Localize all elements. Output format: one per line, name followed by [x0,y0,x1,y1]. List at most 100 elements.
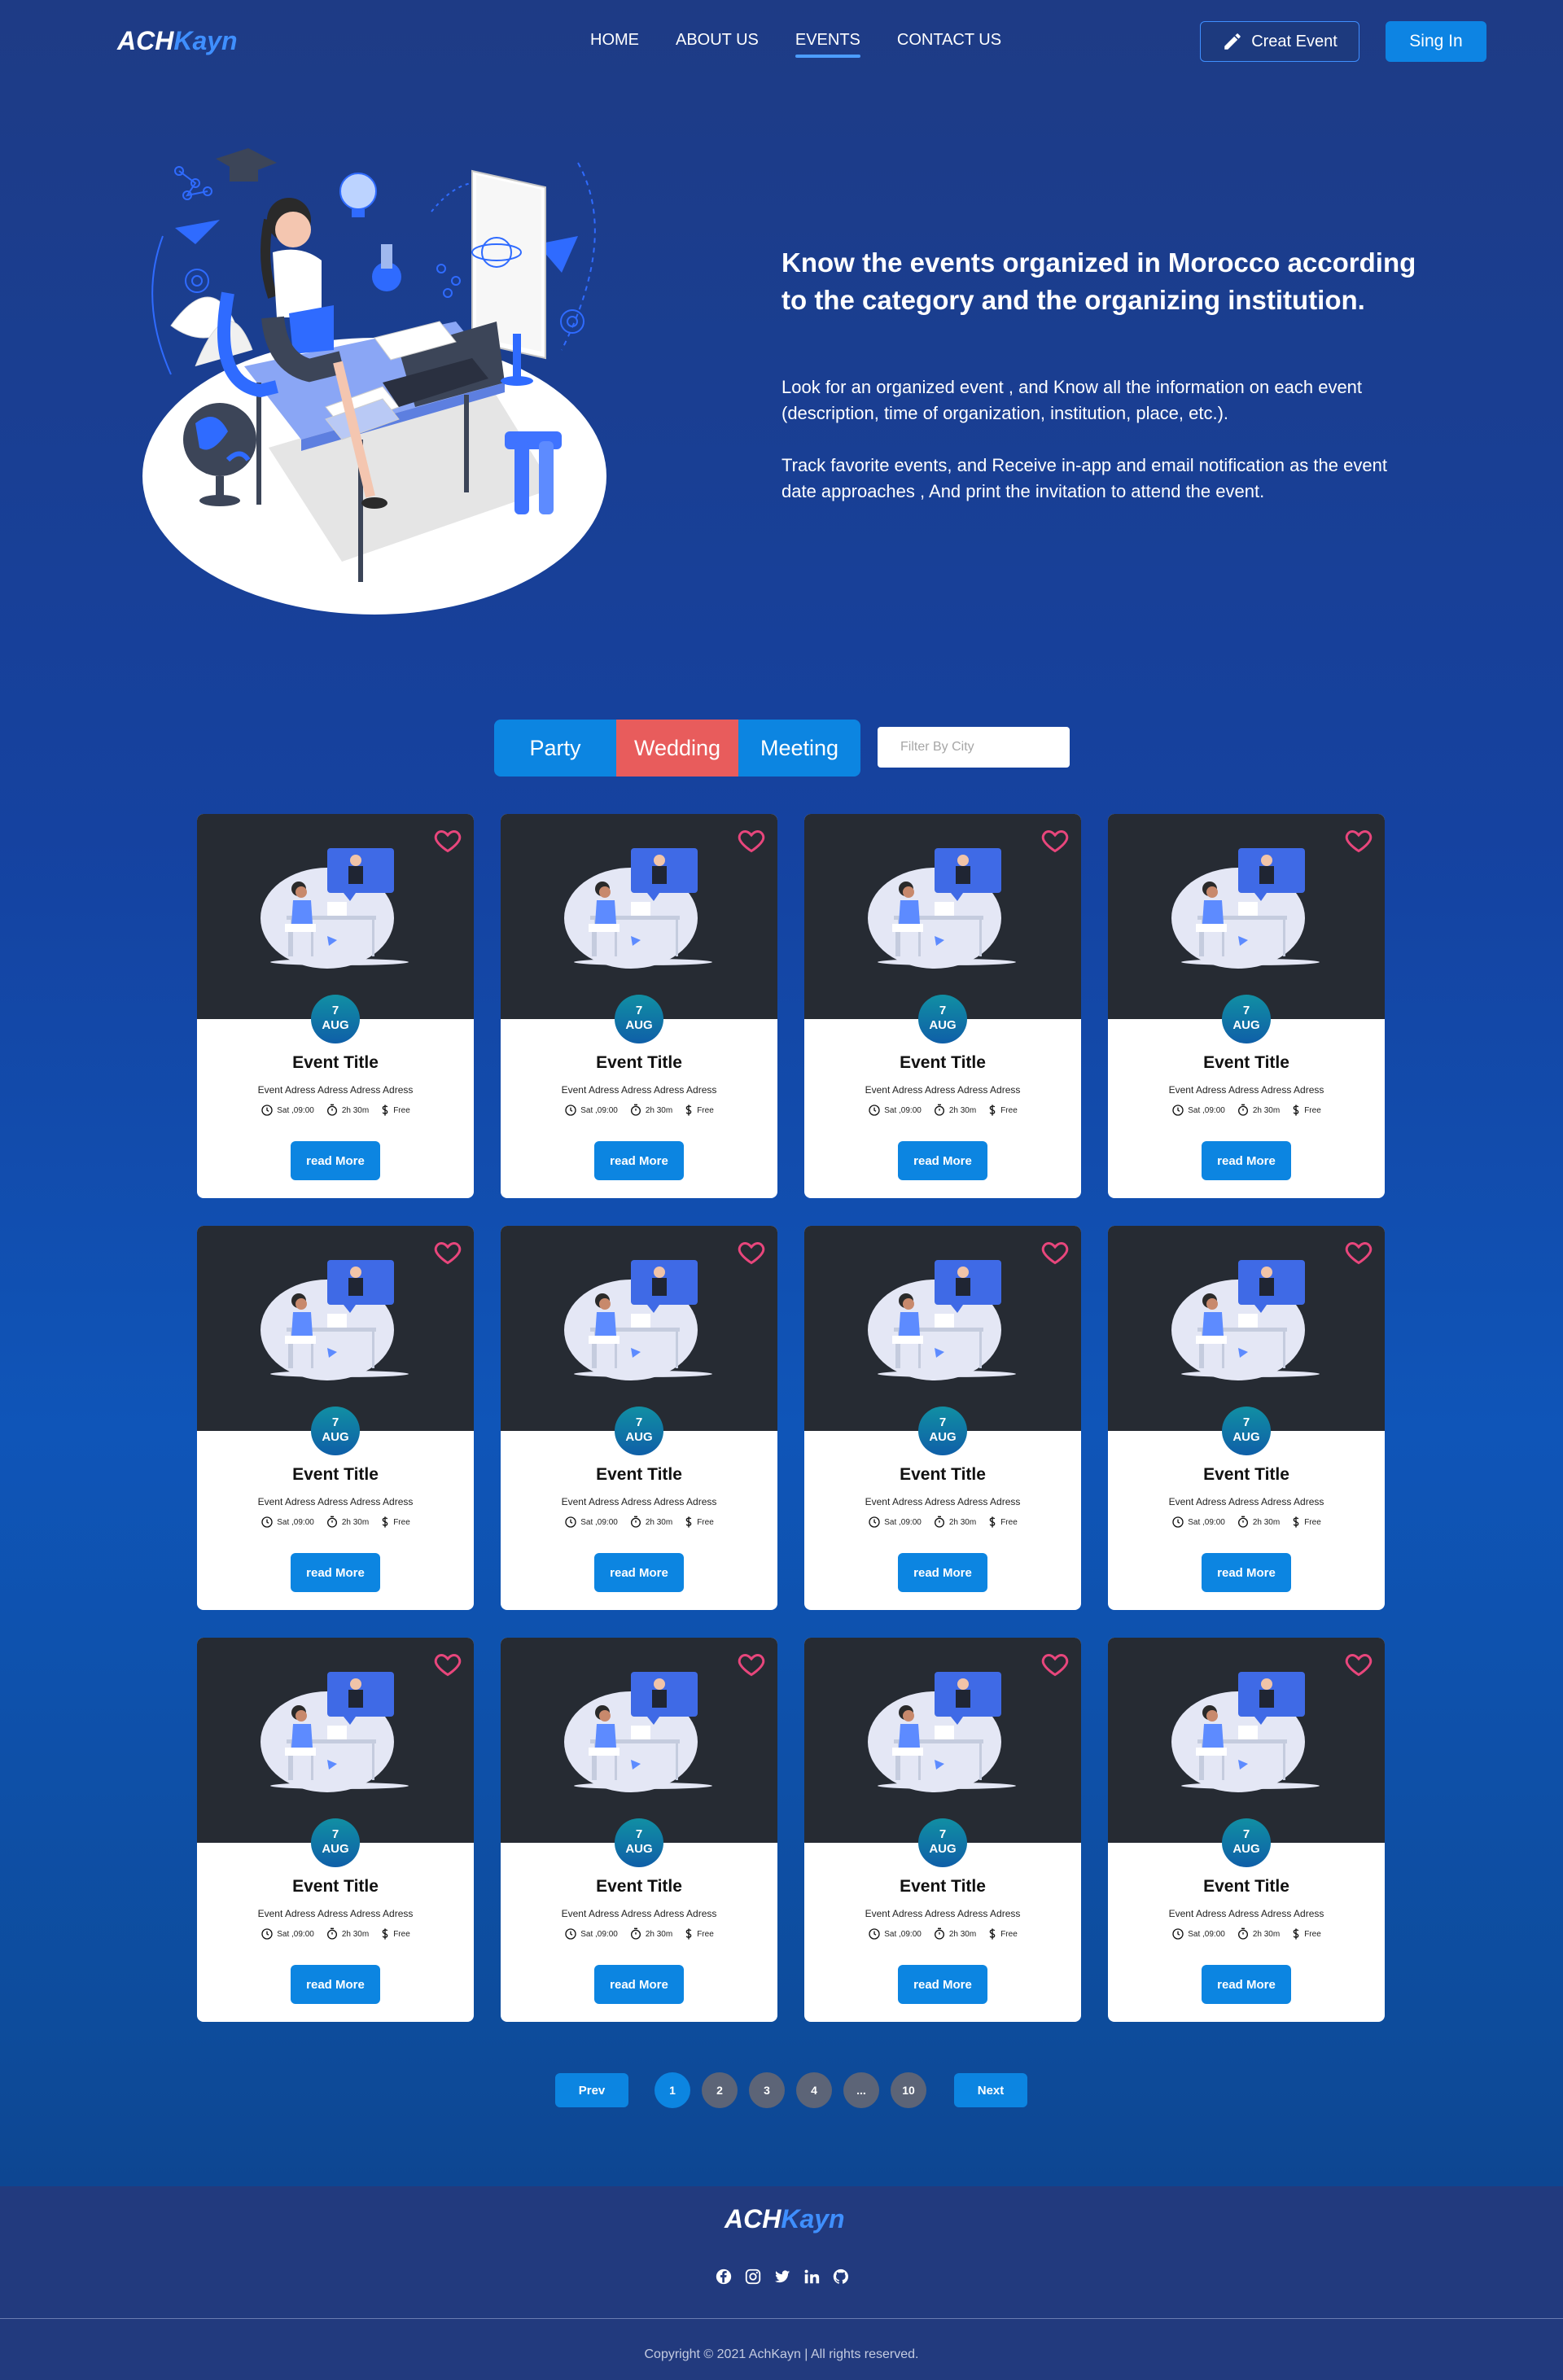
read-more-button[interactable]: read More [1202,1553,1291,1592]
stopwatch-icon [326,1104,337,1116]
event-illustration [260,848,409,969]
twitter-icon[interactable] [773,2268,791,2286]
read-more-button[interactable]: read More [291,1141,380,1180]
read-more-button[interactable]: read More [898,1553,987,1592]
favorite-heart-icon[interactable] [433,1649,462,1678]
hero-title: Know the events organized in Morocco acc… [782,247,1416,315]
favorite-heart-icon[interactable] [737,1237,766,1267]
event-duration: 2h 30m [1252,1517,1281,1527]
event-duration: 2h 30m [948,1929,977,1939]
read-more-button[interactable]: read More [1202,1141,1291,1180]
favorite-heart-icon[interactable] [1040,1649,1070,1678]
event-duration: 2h 30m [341,1517,370,1527]
event-time: Sat ,09:00 [884,1929,922,1939]
event-address: Event Adress Adress Adress Adress [865,1084,1021,1096]
event-meta: Sat ,09:00 2h 30m Free [804,1516,1081,1529]
logo-part-kayn: Kayn [173,26,238,55]
favorite-heart-icon[interactable] [433,1237,462,1267]
event-title: Event Title [900,1053,986,1072]
pagination-prev-button[interactable]: Prev [555,2073,628,2107]
read-more-button[interactable]: read More [898,1141,987,1180]
read-more-button[interactable]: read More [291,1553,380,1592]
city-filter-input[interactable] [878,727,1070,768]
pagination-page-10[interactable]: 10 [891,2072,926,2108]
favorite-heart-icon[interactable] [737,825,766,855]
favorite-heart-icon[interactable] [1040,825,1070,855]
favorite-heart-icon[interactable] [1344,1649,1373,1678]
favorite-heart-icon[interactable] [1344,825,1373,855]
event-address: Event Adress Adress Adress Adress [561,1908,717,1919]
category-filter: Party Wedding Meeting [494,720,860,777]
nav-link-events[interactable]: EVENTS [795,31,860,58]
filter-party-button[interactable]: Party [494,720,616,777]
favorite-heart-icon[interactable] [1040,1237,1070,1267]
nav-link-home[interactable]: HOME [590,31,639,50]
event-title: Event Title [292,1465,379,1484]
clock-icon [565,1105,576,1116]
pagination-ellipsis[interactable]: ... [843,2072,879,2108]
event-day: 7 [939,1827,947,1841]
read-more-button[interactable]: read More [1202,1965,1291,2004]
pagination-next-button[interactable]: Next [954,2073,1027,2107]
event-meta: Sat ,09:00 2h 30m Free [501,1516,777,1529]
event-title: Event Title [900,1465,986,1484]
event-time: Sat ,09:00 [580,1105,618,1115]
event-address: Event Adress Adress Adress Adress [561,1084,717,1096]
event-date-badge: 7 AUG [311,1407,360,1455]
event-time: Sat ,09:00 [884,1105,922,1115]
event-illustration [868,848,1016,969]
logo[interactable]: ACHKayn [117,26,238,56]
event-image [501,1226,777,1431]
footer-logo[interactable]: ACHKayn [725,2204,845,2234]
nav-link-contact[interactable]: CONTACT US [897,31,1001,50]
read-more-button[interactable]: read More [291,1965,380,2004]
create-event-button[interactable]: Creat Event [1200,21,1359,62]
clock-icon [1172,1105,1184,1116]
event-meta: Sat ,09:00 2h 30m Free [804,1927,1081,1940]
filter-meeting-button[interactable]: Meeting [738,720,860,777]
event-meta: Sat ,09:00 2h 30m Free [197,1927,474,1940]
linkedin-icon[interactable] [803,2268,821,2286]
pagination-page-1[interactable]: 1 [655,2072,690,2108]
event-address: Event Adress Adress Adress Adress [257,1908,414,1919]
pagination-page-4[interactable]: 4 [796,2072,832,2108]
read-more-button[interactable]: read More [594,1965,684,2004]
read-more-button[interactable]: read More [594,1553,684,1592]
nav-link-about[interactable]: ABOUT US [676,31,759,50]
dollar-icon [1293,1928,1299,1940]
signin-button[interactable]: Sing In [1386,21,1486,62]
navbar: ACHKayn HOME ABOUT US EVENTS CONTACT US … [0,0,1563,81]
filter-wedding-button[interactable]: Wedding [616,720,738,777]
event-time: Sat ,09:00 [580,1517,618,1527]
pagination-page-3[interactable]: 3 [749,2072,785,2108]
event-card: 7 AUG Event Title Event Adress Adress Ad… [1108,1226,1385,1610]
github-icon[interactable] [832,2268,850,2286]
instagram-icon[interactable] [744,2268,762,2286]
favorite-heart-icon[interactable] [433,825,462,855]
read-more-button[interactable]: read More [898,1965,987,2004]
event-illustration [868,1672,1016,1792]
favorite-heart-icon[interactable] [1344,1237,1373,1267]
event-image [1108,814,1385,1019]
event-illustration [564,848,712,969]
pencil-icon [1224,33,1241,50]
event-image [501,814,777,1019]
favorite-heart-icon[interactable] [737,1649,766,1678]
event-month: AUG [1232,1842,1260,1856]
event-duration: 2h 30m [1252,1105,1281,1115]
event-address: Event Adress Adress Adress Adress [1168,1496,1324,1507]
event-month: AUG [625,1842,653,1856]
event-time: Sat ,09:00 [1188,1105,1225,1115]
dollar-icon [1293,1516,1299,1528]
event-illustration [868,1260,1016,1380]
facebook-icon[interactable] [715,2268,733,2286]
pagination-page-2[interactable]: 2 [702,2072,738,2108]
dollar-icon [989,1105,996,1116]
event-duration: 2h 30m [948,1517,977,1527]
event-day: 7 [635,1827,643,1841]
hero-illustration [142,148,606,615]
event-date-badge: 7 AUG [615,1407,663,1455]
read-more-button[interactable]: read More [594,1141,684,1180]
event-card: 7 AUG Event Title Event Adress Adress Ad… [197,1226,474,1610]
stopwatch-icon [934,1516,944,1528]
